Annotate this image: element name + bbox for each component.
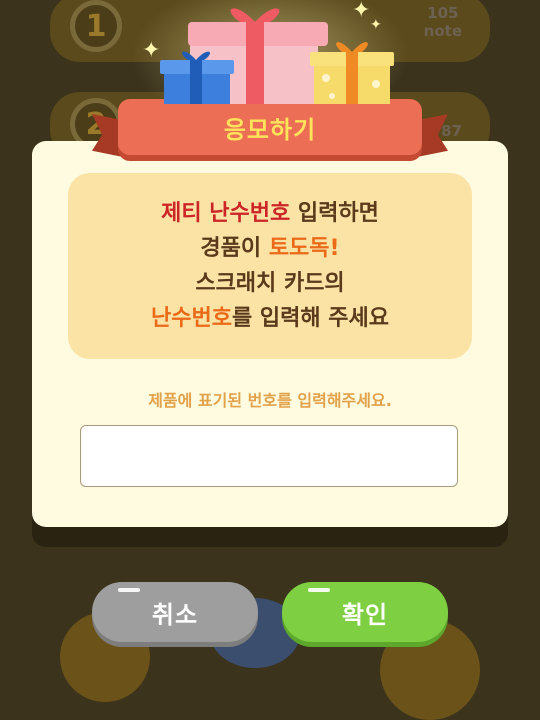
row-note: 105 note [423, 4, 462, 40]
sparkle-icon: ✦ [370, 17, 382, 33]
instruction-line-1: 제티 난수번호 입력하면 [161, 201, 379, 226]
confirm-button[interactable]: 확인 [282, 582, 448, 642]
entry-dialog: 제티 난수번호 입력하면 경품이 토도독! 스크래치 카드의 난수번호를 입력해… [32, 141, 508, 527]
button-shine [308, 588, 330, 592]
input-hint: 제품에 표기된 번호를 입력해주세요. [148, 391, 392, 410]
cancel-button-label: 취소 [151, 600, 199, 629]
instruction-line-4: 난수번호를 입력해 주세요 [151, 306, 389, 331]
row-number-badge: 1 [70, 0, 122, 52]
sparkle-icon: ✦ [352, 0, 371, 23]
instruction-line-3: 스크래치 카드의 [195, 271, 345, 296]
confirm-button-label: 확인 [341, 600, 389, 629]
dialog-title: 응모하기 [118, 99, 422, 155]
instruction-line-2: 경품이 토도독! [200, 236, 340, 261]
serial-number-input[interactable] [80, 425, 458, 487]
cancel-button[interactable]: 취소 [92, 582, 258, 642]
sparkle-icon: ✦ [142, 38, 161, 63]
row-note: 87 [441, 122, 462, 140]
instruction-box: 제티 난수번호 입력하면 경품이 토도독! 스크래치 카드의 난수번호를 입력해… [68, 173, 472, 359]
button-shine [118, 588, 140, 592]
